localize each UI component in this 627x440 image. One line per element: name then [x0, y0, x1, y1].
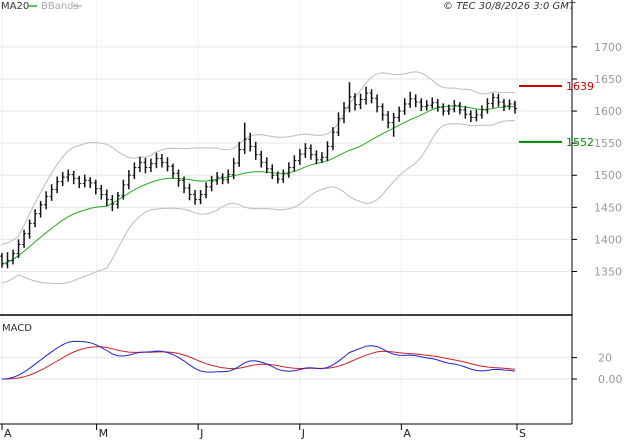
copyright-notice: © TEC 30/8/2026 3:0 GMT	[443, 1, 576, 12]
stock-chart: 1639 1552 1350 1400 1450 1500 1550 1600 1650 170…	[0, 0, 627, 440]
support-label: 1552	[566, 136, 594, 149]
macd-label: MACD	[2, 323, 32, 334]
price-tick-label: 1450	[594, 201, 622, 214]
macd-tick-label: 20	[598, 352, 612, 365]
price-tick-label: 1350	[594, 265, 622, 278]
month-tick-label: A	[403, 427, 411, 440]
month-tick-label: J	[301, 427, 305, 440]
macd-tick-label: 0.00	[598, 373, 623, 386]
price-tick-label: 1500	[594, 169, 622, 182]
month-tick-label: S	[519, 427, 526, 440]
price-tick-label: 1550	[594, 137, 622, 150]
month-tick-label: J	[199, 427, 203, 440]
resistance-label: 1639	[566, 80, 594, 93]
price-tick-label: 1650	[594, 73, 622, 86]
month-tick-label: M	[99, 427, 109, 440]
price-tick-label: 1600	[594, 105, 622, 118]
price-tick-label: 1400	[594, 233, 622, 246]
month-tick-label: A	[4, 427, 12, 440]
chart-root: 1639 1552 1350 1400 1450 1500 1550 1600 1650 170…	[0, 0, 627, 440]
chart-background	[0, 0, 627, 440]
price-tick-label: 1700	[594, 41, 622, 54]
ma-legend-label: MA20	[1, 1, 29, 12]
